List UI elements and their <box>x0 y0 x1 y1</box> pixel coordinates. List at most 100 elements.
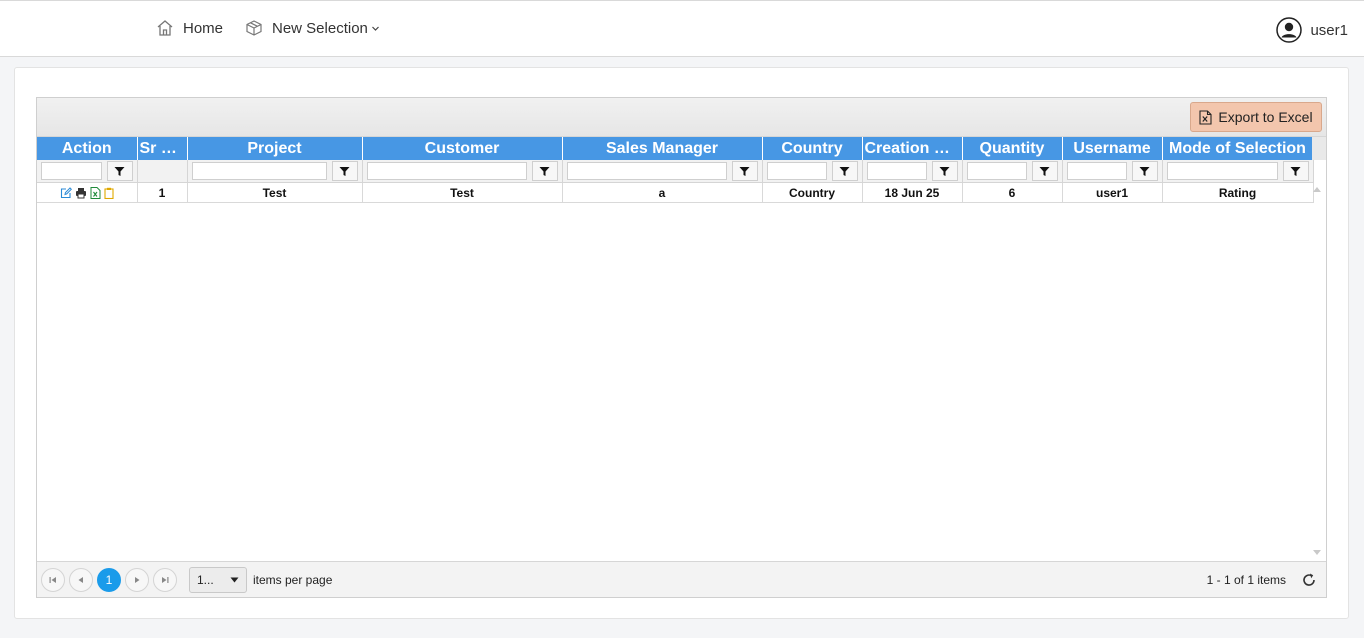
user-menu[interactable]: user1 <box>1276 17 1348 43</box>
refresh-icon <box>1303 573 1315 586</box>
cell-username: user1 <box>1062 182 1163 203</box>
filter-cell-username <box>1062 160 1163 183</box>
cell-sales-manager: a <box>562 182 763 203</box>
first-page-icon <box>49 576 56 583</box>
last-page-button[interactable] <box>153 567 177 592</box>
filter-button[interactable] <box>1131 161 1158 181</box>
page-size-value: 1... <box>197 572 214 587</box>
cell-mode-of-selection: Rating <box>1162 182 1314 203</box>
filter-icon <box>539 166 550 176</box>
filter-icon <box>1290 166 1301 176</box>
filter-cell-action <box>37 160 138 183</box>
grid-table: Action Sr No. Project Customer Sales Man… <box>37 137 1314 203</box>
filter-cell-country <box>762 160 863 183</box>
col-header-project[interactable]: Project <box>187 137 363 160</box>
previous-page-icon <box>78 576 83 583</box>
filter-input-quantity[interactable] <box>966 162 1027 180</box>
filter-button[interactable] <box>831 161 858 181</box>
filter-icon <box>339 166 350 176</box>
filter-input-username[interactable] <box>1066 162 1127 180</box>
first-page-button[interactable] <box>41 567 65 592</box>
col-header-customer[interactable]: Customer <box>362 137 563 160</box>
nav-home-label: Home <box>183 19 224 37</box>
filter-input-mode-of-selection[interactable] <box>1166 162 1278 180</box>
previous-page-button[interactable] <box>69 567 93 592</box>
content-panel: Export to Excel Action Sr No. Project Cu… <box>14 67 1349 619</box>
export-to-excel-button[interactable]: Export to Excel <box>1190 102 1322 132</box>
cell-sr-no: 1 <box>137 182 188 203</box>
nav-new-selection[interactable]: New Selection <box>245 19 389 37</box>
scroll-up-arrow-icon[interactable] <box>1313 187 1321 192</box>
cell-creation-date: 18 Jun 25 <box>862 182 963 203</box>
export-label: Export to Excel <box>1218 109 1313 125</box>
print-icon[interactable] <box>75 187 87 199</box>
current-page-label: 1 <box>105 572 113 587</box>
next-page-icon <box>135 576 140 583</box>
user-name: user1 <box>1310 21 1348 39</box>
header-row: Action Sr No. Project Customer Sales Man… <box>37 137 1314 160</box>
last-page-icon <box>162 576 169 583</box>
filter-input-project[interactable] <box>191 162 327 180</box>
edit-icon[interactable] <box>60 186 72 199</box>
filter-button[interactable] <box>1282 161 1309 181</box>
filter-cell-creation-date <box>862 160 963 183</box>
filter-icon <box>839 166 850 176</box>
filter-cell-mode-of-selection <box>1162 160 1314 183</box>
page-number-button[interactable]: 1 <box>97 567 121 592</box>
scroll-down-arrow-icon[interactable] <box>1313 550 1321 555</box>
filter-button[interactable] <box>931 161 958 181</box>
filter-cell-project <box>187 160 363 183</box>
nav-new-selection-label: New Selection <box>272 19 368 37</box>
next-page-button[interactable] <box>125 567 149 592</box>
home-icon <box>157 20 173 36</box>
excel-file-icon <box>1199 109 1212 125</box>
filter-icon <box>939 166 950 176</box>
pager: 1 1... items per page 1 - 1 of 1 items <box>37 561 1326 597</box>
page-size-select[interactable]: 1... <box>189 566 247 593</box>
col-header-creation-date[interactable]: Creation Da... <box>862 137 963 160</box>
filter-button[interactable] <box>331 161 358 181</box>
filter-icon <box>114 166 125 176</box>
cell-customer: Test <box>362 182 563 203</box>
filter-input-customer[interactable] <box>366 162 527 180</box>
filter-row <box>37 160 1314 183</box>
col-header-username[interactable]: Username <box>1062 137 1163 160</box>
filter-button[interactable] <box>1031 161 1058 181</box>
filter-button[interactable] <box>531 161 558 181</box>
filter-cell-sr-no <box>137 160 188 183</box>
cell-project: Test <box>187 182 363 203</box>
refresh-button[interactable] <box>1300 571 1318 594</box>
chevron-down-icon <box>371 26 379 31</box>
col-header-country[interactable]: Country <box>762 137 863 160</box>
filter-input-creation-date[interactable] <box>866 162 927 180</box>
user-avatar-icon <box>1276 17 1303 43</box>
filter-icon <box>1039 166 1050 176</box>
filter-cell-sales-manager <box>562 160 763 183</box>
filter-button[interactable] <box>106 161 133 181</box>
caret-down-icon <box>230 577 239 582</box>
cell-quantity: 6 <box>962 182 1063 203</box>
clipboard-icon[interactable] <box>104 187 114 199</box>
filter-icon <box>1139 166 1150 176</box>
filter-button[interactable] <box>731 161 758 181</box>
col-header-action[interactable]: Action <box>37 137 138 160</box>
filter-input-sales-manager[interactable] <box>566 162 727 180</box>
col-header-sales-manager[interactable]: Sales Manager <box>562 137 763 160</box>
data-grid: Export to Excel Action Sr No. Project Cu… <box>36 97 1327 598</box>
nav-home[interactable]: Home <box>156 19 223 37</box>
table-row[interactable]: 1 Test Test a Country 18 Jun 25 6 user1 … <box>37 182 1314 203</box>
col-header-mode-of-selection[interactable]: Mode of Selection <box>1162 137 1314 160</box>
header-scroll-gutter <box>1312 137 1326 160</box>
col-header-quantity[interactable]: Quantity <box>962 137 1063 160</box>
top-navbar: Home New Selection user1 <box>0 0 1364 57</box>
filter-icon <box>739 166 750 176</box>
action-cell <box>37 182 138 203</box>
pager-info: 1 - 1 of 1 items <box>1206 572 1286 587</box>
excel-icon[interactable] <box>90 186 101 199</box>
col-header-sr-no[interactable]: Sr No. <box>137 137 188 160</box>
filter-input-country[interactable] <box>766 162 827 180</box>
filter-input-action[interactable] <box>41 162 102 180</box>
filter-cell-quantity <box>962 160 1063 183</box>
box-icon <box>246 20 262 36</box>
filter-cell-customer <box>362 160 563 183</box>
